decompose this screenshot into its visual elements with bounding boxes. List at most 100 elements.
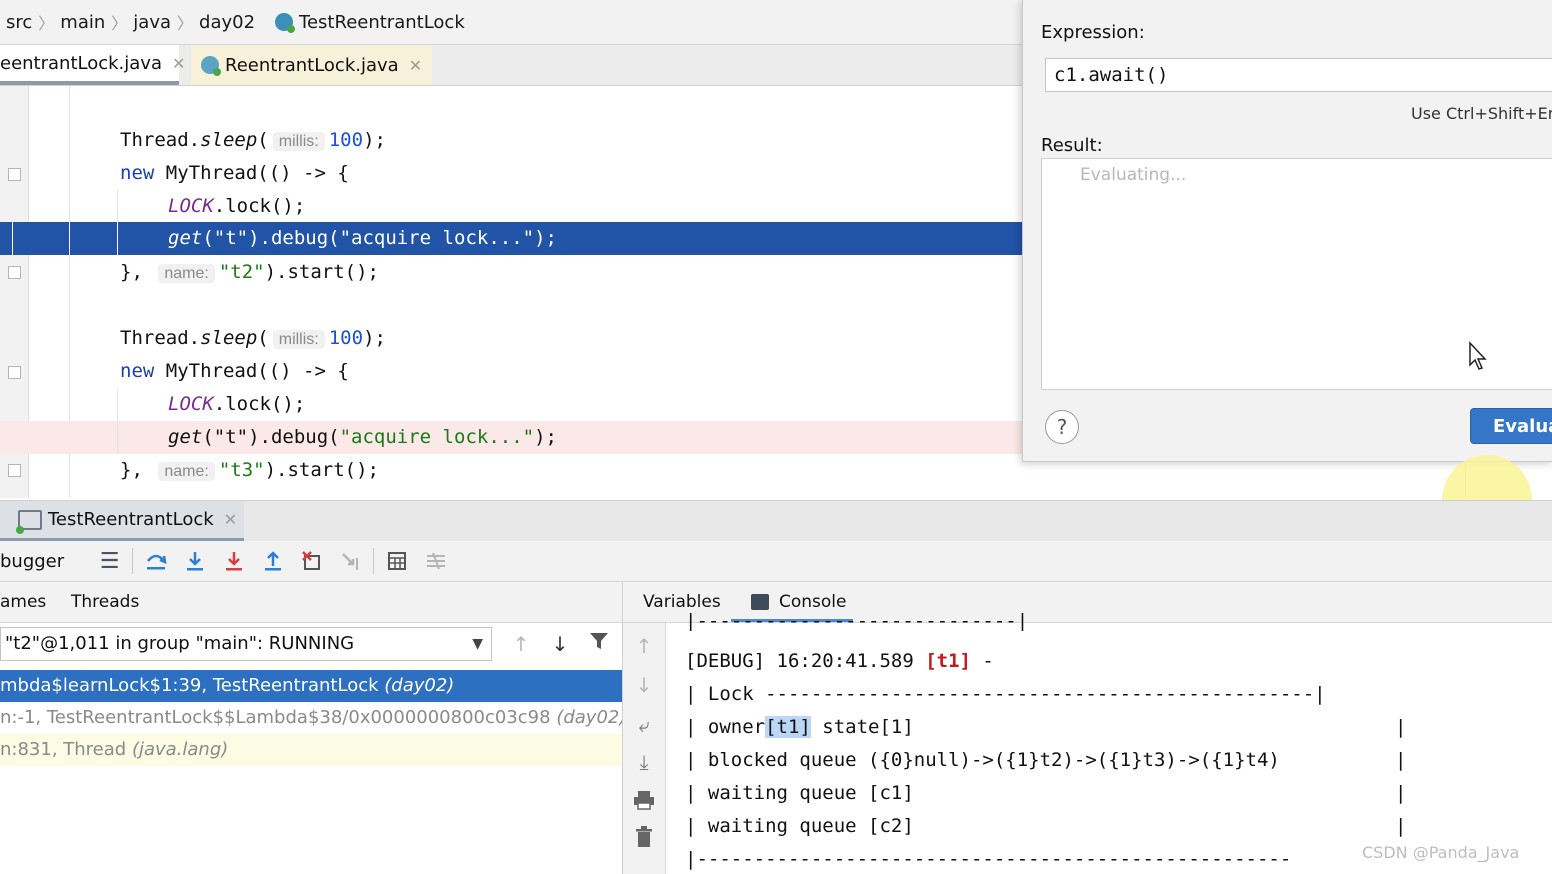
filter-icon[interactable]	[585, 630, 613, 658]
code-line[interactable]: new MyThread(() -> {	[0, 157, 1022, 190]
frame-row-selected[interactable]: mbda$learnLock$1:39, TestReentrantLock (…	[0, 670, 622, 702]
run-to-cursor-icon[interactable]	[331, 541, 370, 581]
code-token: MyThread(() -> {	[154, 162, 349, 184]
frame-row[interactable]: n:-1, TestReentrantLock$$Lambda$38/0x000…	[0, 702, 622, 734]
shortcut-hint: Use Ctrl+Shift+Ent	[1411, 104, 1552, 123]
arrow-down-icon[interactable]: ↓	[546, 630, 574, 658]
code-token: Thread.	[120, 129, 201, 151]
step-out-icon[interactable]	[253, 541, 292, 581]
parameter-hint: name:	[158, 264, 215, 283]
arrow-up-icon[interactable]: ↑	[631, 633, 657, 659]
code-token: );	[363, 129, 386, 151]
code-token: get	[168, 426, 203, 448]
toolbar-separator	[373, 548, 375, 574]
print-icon[interactable]	[631, 790, 657, 816]
breadcrumb-item-java[interactable]: java	[127, 12, 177, 33]
trace-icon[interactable]	[416, 541, 455, 581]
console-sidebar: ↑ ↓ ⤶ ⤓	[623, 623, 666, 874]
run-tab-test-reentrant-lock[interactable]: TestReentrantLock ✕	[0, 501, 244, 541]
breadcrumb-item-class[interactable]: TestReentrantLock	[299, 12, 471, 33]
step-into-icon[interactable]	[175, 541, 214, 581]
expression-label: Expression:	[1041, 22, 1145, 43]
force-step-into-icon[interactable]	[214, 541, 253, 581]
frame-method: mbda$learnLock$1:39, TestReentrantLock	[0, 675, 385, 696]
arrow-down-icon[interactable]: ↓	[631, 672, 657, 698]
trash-icon[interactable]	[631, 826, 657, 852]
menu-icon[interactable]: ☰	[90, 541, 129, 581]
arrow-up-icon[interactable]: ↑	[507, 630, 535, 658]
code-line[interactable]: }, name: "t3").start();	[0, 454, 1022, 487]
indent-guide	[12, 222, 13, 255]
breadcrumb-item-src[interactable]: src	[0, 12, 38, 33]
code-line[interactable]: LOCK.lock();	[0, 388, 1022, 421]
code-token: 100	[328, 327, 364, 349]
close-icon[interactable]: ✕	[172, 54, 185, 73]
console-icon	[751, 594, 769, 610]
code-token: get	[168, 227, 203, 249]
editor-tab-label: eentrantLock.java	[0, 52, 162, 74]
editor-tab-reentrant-lock[interactable]: ReentrantLock.java ✕	[191, 45, 433, 85]
debug-config-icon	[16, 509, 42, 534]
code-token: );	[534, 426, 557, 448]
code-token: "t3"	[218, 459, 265, 481]
expression-input[interactable]: c1.await()	[1045, 58, 1552, 92]
editor-tab-label: ReentrantLock.java	[225, 54, 399, 76]
editor-tab-test-reentrant-lock[interactable]: eentrantLock.java ✕	[0, 45, 185, 85]
evaluate-icon[interactable]	[377, 541, 416, 581]
class-icon	[275, 13, 296, 33]
indent-guide	[69, 222, 70, 255]
code-line[interactable]: Thread.sleep(millis: 100);	[0, 124, 1022, 157]
code-token: Thread.	[120, 327, 201, 349]
console-line: | owner[t1] state[1]	[685, 711, 914, 744]
debugger-toolbar: bugger ☰	[0, 541, 1552, 582]
frame-method: n:-1, TestReentrantLock$$Lambda$38/0x000…	[0, 707, 557, 728]
close-icon[interactable]: ✕	[409, 56, 422, 75]
breadcrumb-separator-icon: 〉	[177, 14, 194, 33]
close-icon[interactable]: ✕	[224, 510, 237, 529]
code-token: 100	[328, 129, 364, 151]
code-token: LOCK	[168, 195, 214, 217]
code-token: "t2"	[218, 261, 265, 283]
code-token: new	[120, 162, 155, 184]
breadcrumb-item-day02[interactable]: day02	[193, 12, 261, 33]
soft-wrap-icon[interactable]: ⤶	[631, 712, 657, 738]
breadcrumb-separator-icon: 〉	[38, 14, 55, 33]
run-tab-label: TestReentrantLock	[48, 509, 214, 530]
code-line[interactable]: }, name: "t2").start();	[0, 256, 1022, 289]
tab-threads[interactable]: Threads	[71, 582, 139, 622]
code-token: (	[257, 327, 269, 349]
current-execution-line[interactable]: get("t").debug("acquire lock...");	[0, 222, 1022, 255]
code-line[interactable]: Thread.sleep(millis: 100);	[0, 322, 1022, 355]
console-line: | waiting queue [c2]	[685, 815, 914, 837]
code-token: },	[120, 261, 143, 283]
code-token: new	[120, 360, 155, 382]
code-token: },	[120, 459, 143, 481]
step-over-icon[interactable]	[136, 541, 175, 581]
code-line[interactable]: new MyThread(() -> {	[0, 355, 1022, 388]
tab-frames[interactable]: ames	[0, 582, 46, 622]
breakpoint-line[interactable]: get("t").debug("acquire lock...");	[0, 421, 1022, 454]
console-text-selected: [t1]	[765, 716, 811, 738]
result-tree[interactable]: Evaluating...	[1041, 158, 1552, 545]
frame-row[interactable]: n:831, Thread (java.lang)	[0, 734, 622, 766]
scroll-to-end-icon[interactable]: ⤓	[631, 749, 657, 775]
console-text: state[1]	[810, 716, 914, 738]
code-line[interactable]: LOCK.lock();	[0, 190, 1022, 223]
thread-selector[interactable]: "t2"@1,011 in group "main": RUNNING ▼	[0, 627, 492, 661]
code-token: (	[257, 129, 269, 151]
thread-selector-value: "t2"@1,011 in group "main": RUNNING	[5, 633, 355, 654]
parameter-hint: millis:	[272, 132, 325, 151]
indent-guide	[117, 222, 118, 255]
code-token: sleep	[200, 327, 258, 349]
evaluate-expression-dialog: Expression: c1.await() Use Ctrl+Shift+En…	[1022, 0, 1552, 545]
help-button[interactable]: ?	[1045, 410, 1079, 444]
frame-package: (day02)	[384, 675, 455, 696]
code-token: );	[534, 227, 557, 249]
console-line: | waiting queue [c1]	[685, 782, 914, 804]
breadcrumb-item-main[interactable]: main	[54, 12, 111, 33]
dropdown-arrow-icon: ▼	[472, 636, 483, 652]
evaluate-button[interactable]: Evaluate	[1470, 408, 1552, 444]
breadcrumb: src 〉 main 〉 java 〉 day02 TestReentrantL…	[0, 0, 1022, 45]
debugger-tab-label[interactable]: bugger	[0, 551, 90, 572]
drop-frame-icon[interactable]	[292, 541, 331, 581]
